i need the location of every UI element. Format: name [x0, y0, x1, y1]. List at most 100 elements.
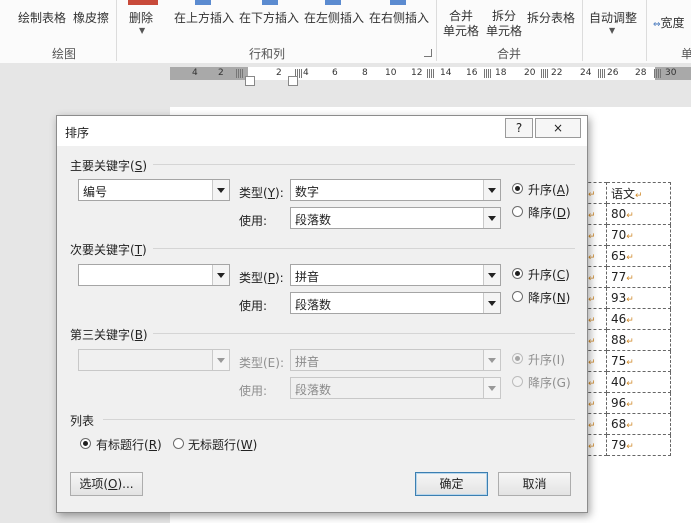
- eraser-button[interactable]: 橡皮擦: [73, 9, 109, 26]
- table-cell[interactable]: 70↵: [606, 224, 671, 246]
- tertiary-use-select: 段落数: [290, 377, 501, 399]
- primary-descending-radio[interactable]: [512, 206, 523, 217]
- primary-ascending-radio[interactable]: [512, 183, 523, 194]
- header-row-label[interactable]: 有标题行(R): [96, 436, 162, 453]
- table-row[interactable]: ↵ 80↵: [583, 203, 671, 225]
- table-cell[interactable]: 79↵: [606, 434, 671, 456]
- rows-cols-launcher-icon[interactable]: [424, 49, 432, 57]
- header-row-radio[interactable]: [80, 438, 91, 449]
- ruler-column-marker[interactable]: [541, 69, 548, 78]
- insert-below-button[interactable]: 在下方插入: [239, 9, 299, 26]
- table-cell[interactable]: 96↵: [606, 392, 671, 414]
- primary-key-value: 编号: [83, 185, 108, 199]
- ruler-indent-marker[interactable]: [288, 76, 298, 86]
- insert-above-button[interactable]: 在上方插入: [174, 9, 234, 26]
- chevron-down-icon[interactable]: [483, 180, 500, 200]
- split-cells-line2: 单元格: [486, 24, 523, 38]
- ruler-column-marker[interactable]: [427, 69, 434, 78]
- tertiary-key-label: 第三关键字(: [70, 328, 135, 342]
- close-button[interactable]: ×: [535, 118, 581, 138]
- ok-button[interactable]: 确定: [415, 472, 488, 496]
- chevron-down-icon[interactable]: [483, 293, 500, 313]
- cancel-button[interactable]: 取消: [498, 472, 571, 496]
- secondary-ascending-radio[interactable]: [512, 268, 523, 279]
- table-row[interactable]: ↵ 40↵: [583, 371, 671, 393]
- table-row[interactable]: ↵ 46↵: [583, 308, 671, 330]
- tertiary-ascending-radio: [512, 353, 523, 364]
- table-cell[interactable]: 80↵: [606, 203, 671, 225]
- chevron-down-icon[interactable]: [212, 180, 229, 200]
- tertiary-type-value: 拼音: [295, 355, 320, 369]
- secondary-key-select[interactable]: [78, 264, 230, 286]
- merge-cells-line1: 合并: [449, 9, 474, 23]
- table-cell[interactable]: 88↵: [606, 329, 671, 351]
- primary-use-label: 使用:: [239, 214, 268, 228]
- primary-ascending-label[interactable]: 升序(A): [528, 181, 570, 198]
- ruler-column-marker[interactable]: [598, 69, 605, 78]
- ruler-column-marker[interactable]: [236, 69, 243, 78]
- table-row[interactable]: ↵ 语文↵: [583, 182, 671, 204]
- table-cell[interactable]: 77↵: [606, 266, 671, 288]
- table-cell[interactable]: 93↵: [606, 287, 671, 309]
- table-cell[interactable]: 46↵: [606, 308, 671, 330]
- table-row[interactable]: ↵ 79↵: [583, 434, 671, 456]
- score-value: 75: [611, 354, 627, 368]
- secondary-key-heading: 次要关键字(T): [70, 243, 147, 257]
- table-row[interactable]: ↵ 65↵: [583, 245, 671, 267]
- options-accesskey: O: [108, 477, 118, 491]
- table-row[interactable]: ↵ 96↵: [583, 392, 671, 414]
- primary-key-select[interactable]: 编号: [78, 179, 230, 201]
- ribbon-separator: [646, 0, 647, 61]
- score-value: 70: [611, 228, 627, 242]
- ruler-column-marker[interactable]: [484, 69, 491, 78]
- table-row[interactable]: ↵ 93↵: [583, 287, 671, 309]
- table-row[interactable]: ↵ 88↵: [583, 329, 671, 351]
- document-table[interactable]: ↵ 语文↵ ↵ 80↵ ↵ 70↵ ↵ 65↵ ↵ 77↵ ↵ 93↵ ↵ 46↵ ↵ 88↵…: [583, 182, 671, 456]
- delete-button[interactable]: 删除: [129, 9, 153, 26]
- group-draw-label: 绘图: [52, 47, 77, 61]
- merge-cells-button[interactable]: 合并 单元格: [443, 9, 479, 39]
- chevron-down-icon[interactable]: [212, 265, 229, 285]
- delete-dropdown-icon[interactable]: ▼: [139, 26, 145, 35]
- width-icon: ⇔: [653, 20, 661, 30]
- ruler-indent-marker[interactable]: [245, 76, 255, 86]
- table-row[interactable]: ↵ 77↵: [583, 266, 671, 288]
- secondary-descending-label[interactable]: 降序(N): [528, 289, 570, 306]
- no-header-row-label[interactable]: 无标题行(W): [188, 436, 257, 453]
- table-row[interactable]: ↵ 70↵: [583, 224, 671, 246]
- insert-left-button[interactable]: 在左侧插入: [304, 9, 364, 26]
- help-button[interactable]: ?: [505, 118, 533, 138]
- secondary-type-select[interactable]: 拼音: [290, 264, 501, 286]
- width-label: 宽度: [660, 16, 685, 30]
- ruler-number: 4: [303, 68, 309, 78]
- chevron-down-icon[interactable]: [483, 265, 500, 285]
- split-cells-button[interactable]: 拆分 单元格: [486, 9, 522, 39]
- primary-descending-label[interactable]: 降序(D): [528, 204, 571, 221]
- table-row[interactable]: ↵ 75↵: [583, 350, 671, 372]
- table-row[interactable]: ↵ 68↵: [583, 413, 671, 435]
- table-cell[interactable]: 75↵: [606, 350, 671, 372]
- table-cell[interactable]: 语文↵: [606, 182, 671, 204]
- split-table-button[interactable]: 拆分表格: [527, 9, 575, 26]
- secondary-ascending-label[interactable]: 升序(C): [528, 266, 570, 283]
- options-button[interactable]: 选项(O)...: [70, 472, 143, 496]
- autofit-button[interactable]: 自动调整: [589, 9, 637, 26]
- table-cell[interactable]: 65↵: [606, 245, 671, 267]
- table-cell[interactable]: 68↵: [606, 413, 671, 435]
- ruler-column-marker[interactable]: [654, 69, 661, 78]
- ruler-number: 8: [362, 68, 368, 78]
- width-button[interactable]: ⇔宽度: [653, 14, 685, 31]
- insert-right-button[interactable]: 在右侧插入: [369, 9, 429, 26]
- primary-key-accesskey: S: [134, 159, 143, 173]
- no-header-row-radio[interactable]: [173, 438, 184, 449]
- table-cell[interactable]: 40↵: [606, 371, 671, 393]
- secondary-descending-radio[interactable]: [512, 291, 523, 302]
- draw-table-button[interactable]: 绘制表格: [18, 9, 66, 26]
- primary-use-select[interactable]: 段落数: [290, 207, 501, 229]
- no-header-row-text: 无标题行(: [188, 438, 241, 452]
- autofit-dropdown-icon[interactable]: ▼: [609, 26, 615, 35]
- secondary-use-select[interactable]: 段落数: [290, 292, 501, 314]
- dialog-titlebar[interactable]: 排序 ? ×: [57, 116, 587, 146]
- chevron-down-icon[interactable]: [483, 208, 500, 228]
- primary-type-select[interactable]: 数字: [290, 179, 501, 201]
